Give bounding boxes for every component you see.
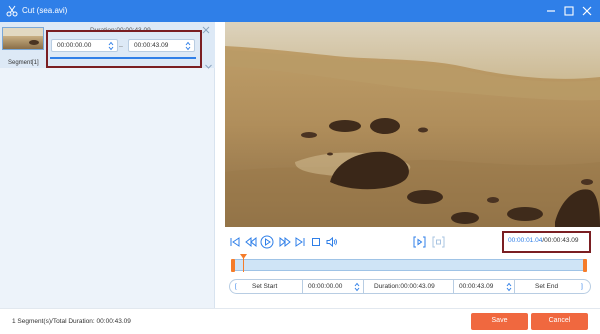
cancel-button[interactable]: Cancel xyxy=(531,313,588,330)
play-icon[interactable] xyxy=(260,235,274,249)
timeline-track[interactable] xyxy=(233,259,585,271)
video-preview[interactable] xyxy=(225,22,600,227)
delete-segment-icon[interactable] xyxy=(202,26,210,34)
timeline-end-handle[interactable] xyxy=(583,259,587,272)
skip-start-icon[interactable] xyxy=(229,236,241,248)
end-time-field[interactable]: 00:00:43.09 xyxy=(459,283,493,290)
minimize-icon[interactable] xyxy=(544,4,558,18)
close-icon[interactable] xyxy=(580,4,594,18)
title-bar: Cut (sea.avi) xyxy=(0,0,600,22)
segment-summary: 1 Segment(s)/Total Duration: 00:00:43.09 xyxy=(12,318,131,325)
set-end-button[interactable]: Set End xyxy=(535,283,558,290)
footer: 1 Segment(s)/Total Duration: 00:00:43.09… xyxy=(0,308,600,334)
timecode-highlight xyxy=(502,231,591,253)
timeline-start-handle[interactable] xyxy=(231,259,235,272)
start-time-stepper-icon[interactable] xyxy=(354,282,360,292)
segment-label: Segment[1] xyxy=(8,60,39,66)
cut-duration: Duration:00:00:43.09 xyxy=(374,283,435,290)
volume-icon[interactable] xyxy=(326,236,338,248)
right-bracket-icon: ] xyxy=(581,283,583,290)
start-time-field[interactable]: 00:00:00.00 xyxy=(308,283,342,290)
step-back-icon[interactable] xyxy=(245,236,257,248)
playhead-marker-icon[interactable] xyxy=(240,254,247,259)
scissors-icon xyxy=(6,5,18,17)
mark-start-icon[interactable] xyxy=(413,236,426,248)
segment-time-highlight xyxy=(46,30,202,68)
set-start-button[interactable]: Set Start xyxy=(252,283,277,290)
left-bracket-icon: [ xyxy=(235,283,237,290)
save-button[interactable]: Save xyxy=(471,313,528,330)
maximize-icon[interactable] xyxy=(562,4,576,18)
segment-thumbnail[interactable] xyxy=(2,27,44,50)
stop-icon[interactable] xyxy=(310,236,322,248)
mark-end-icon[interactable] xyxy=(432,236,445,248)
step-forward-icon[interactable] xyxy=(279,236,291,248)
skip-end-icon[interactable] xyxy=(294,236,306,248)
end-time-stepper-icon[interactable] xyxy=(506,282,512,292)
window-title: Cut (sea.avi) xyxy=(22,6,68,15)
chevron-down-icon[interactable] xyxy=(205,64,212,69)
cut-settings-bar: [ Set Start 00:00:00.00 Duration:00:00:4… xyxy=(229,279,591,294)
